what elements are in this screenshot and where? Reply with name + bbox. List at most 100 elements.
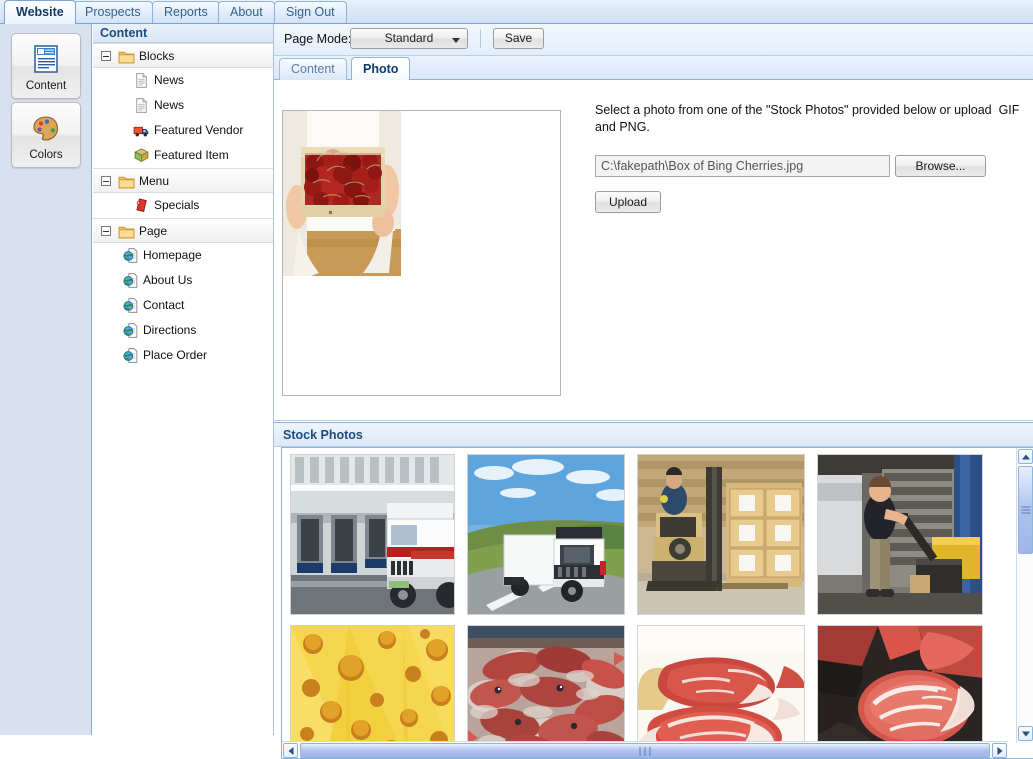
stock-thumb-fresh-red-fish-on-ice[interactable] <box>467 625 625 741</box>
tab-prospects[interactable]: Prospects <box>73 1 153 23</box>
tree-node-label: Specials <box>154 198 200 212</box>
tab-reports[interactable]: Reports <box>152 1 220 23</box>
save-button[interactable]: Save <box>493 28 544 49</box>
tree-node-featured-vendor[interactable]: Featured Vendor <box>93 118 273 143</box>
toolbar-divider <box>480 29 481 48</box>
tree-node-label: Featured Vendor <box>154 123 244 137</box>
web-page-icon <box>123 323 138 338</box>
tree-node-blocks[interactable]: Blocks <box>93 43 273 68</box>
stock-thumb-trucks-at-loading-dock[interactable] <box>290 454 455 615</box>
photo-help-text: Select a photo from one of the "Stock Ph… <box>595 103 1020 134</box>
tree-node-label: Place Order <box>143 348 208 362</box>
stock-thumb-marbled-ribeye-steak[interactable] <box>817 625 983 741</box>
stock-photos-horizontal-scrollbar[interactable] <box>282 741 1008 758</box>
rail-button-content-label: Content <box>25 80 67 92</box>
scroll-grip-icon <box>638 744 653 758</box>
horizontal-scroll-thumb[interactable] <box>300 743 990 758</box>
tree-node-label: News <box>154 73 185 87</box>
tab-website[interactable]: Website <box>4 0 76 24</box>
tree-node-label: About Us <box>143 273 193 287</box>
page-mode-label: Page Mode: <box>284 32 352 46</box>
rail-button-colors-label: Colors <box>29 149 63 161</box>
browse-button[interactable]: Browse... <box>895 155 986 177</box>
color-palette-icon <box>33 116 59 141</box>
tab-content[interactable]: Content <box>279 58 347 80</box>
chevron-left-icon <box>288 746 293 755</box>
stock-thumb-raw-beef-steaks[interactable] <box>637 625 805 741</box>
tab-sign-out[interactable]: Sign Out <box>274 1 347 23</box>
collapse-toggle-icon[interactable] <box>101 51 111 61</box>
tree-node-featured-item[interactable]: Featured Item <box>93 143 273 168</box>
tree-node-directions[interactable]: Directions <box>93 318 273 343</box>
tree-node-place-order[interactable]: Place Order <box>93 343 273 368</box>
tree-node-news-2[interactable]: News <box>93 93 273 118</box>
tree-node-label: Blocks <box>139 49 175 63</box>
tree-node-label: Page <box>139 224 168 238</box>
file-path-input[interactable]: C:\fakepath\Box of Bing Cherries.jpg <box>595 155 890 177</box>
tree-node-label: Contact <box>143 298 185 312</box>
chevron-up-icon <box>1021 454 1030 459</box>
stock-photos-header: Stock Photos <box>274 422 1033 447</box>
stock-thumb-white-delivery-truck-on-road[interactable] <box>467 454 625 615</box>
tree-node-homepage[interactable]: Homepage <box>93 243 273 268</box>
truck-icon <box>133 126 149 137</box>
scroll-left-button[interactable] <box>283 743 298 758</box>
tree-node-label: Homepage <box>143 248 202 262</box>
web-page-icon <box>123 298 138 313</box>
folder-icon <box>118 226 135 239</box>
stock-photos-title: Stock Photos <box>283 428 363 442</box>
scroll-grip-icon <box>1021 505 1030 516</box>
photo-editor-pane: Select a photo from one of the "Stock Ph… <box>274 80 1033 421</box>
stock-thumb-forklift-moving-boxes[interactable] <box>637 454 805 615</box>
scroll-right-button[interactable] <box>992 743 1007 758</box>
stock-thumb-swiss-cheese-slices[interactable] <box>290 625 455 741</box>
tree-node-about-us[interactable]: About Us <box>93 268 273 293</box>
web-page-icon <box>123 348 138 363</box>
tree-node-label: Featured Item <box>154 148 229 162</box>
tree-node-specials[interactable]: Specials <box>93 193 273 218</box>
tab-about[interactable]: About <box>218 1 275 23</box>
tree-node-menu[interactable]: Menu <box>93 168 273 193</box>
left-icon-rail: Content Colors <box>0 24 92 735</box>
upload-button[interactable]: Upload <box>595 191 661 213</box>
page-document-icon <box>136 73 147 88</box>
chevron-down-icon <box>1021 731 1030 736</box>
top-tab-strip: Website Prospects Reports About Sign Out <box>0 0 1033 24</box>
price-tag-icon <box>136 198 147 212</box>
stock-thumb-worker-with-pallet-jack[interactable] <box>817 454 983 615</box>
collapse-toggle-icon[interactable] <box>101 176 111 186</box>
vertical-scroll-thumb[interactable] <box>1018 466 1033 554</box>
rail-button-content[interactable]: Content <box>11 33 81 99</box>
tree-node-news-1[interactable]: News <box>93 68 273 93</box>
page-mode-value: Standard <box>384 31 434 45</box>
scroll-up-button[interactable] <box>1018 449 1033 464</box>
editor-tab-strip: Content Photo <box>274 56 1033 80</box>
content-tree-panel: Content Blocks News News Featured Vendor… <box>93 24 274 735</box>
rail-button-colors[interactable]: Colors <box>11 102 81 168</box>
folder-icon <box>118 51 135 64</box>
scroll-down-button[interactable] <box>1018 726 1033 741</box>
tree-node-label: Menu <box>139 174 170 188</box>
box-package-icon <box>134 148 149 163</box>
stock-photos-panel <box>281 447 1033 759</box>
tree-node-label: Directions <box>143 323 197 337</box>
tree-node-label: News <box>154 98 185 112</box>
main-content-area: Page Mode: Standard Save Content Photo S… <box>274 24 1033 759</box>
tree-node-contact[interactable]: Contact <box>93 293 273 318</box>
page-document-icon <box>136 98 147 113</box>
stock-photos-vertical-scrollbar[interactable] <box>1016 448 1033 743</box>
photo-preview-box <box>282 110 561 396</box>
page-toolbar: Page Mode: Standard Save <box>274 24 1033 56</box>
tab-photo[interactable]: Photo <box>351 57 411 80</box>
web-page-icon <box>123 248 138 263</box>
folder-icon <box>118 176 135 189</box>
page-mode-select[interactable]: Standard <box>350 28 468 49</box>
collapse-toggle-icon[interactable] <box>101 226 111 236</box>
web-page-icon <box>123 273 138 288</box>
chevron-down-icon <box>452 38 460 43</box>
tree-node-page[interactable]: Page <box>93 218 273 243</box>
content-tree-header: Content <box>93 24 273 43</box>
box-of-bing-cherries-photo <box>283 111 401 276</box>
document-content-icon <box>34 45 58 73</box>
chevron-right-icon <box>997 746 1002 755</box>
